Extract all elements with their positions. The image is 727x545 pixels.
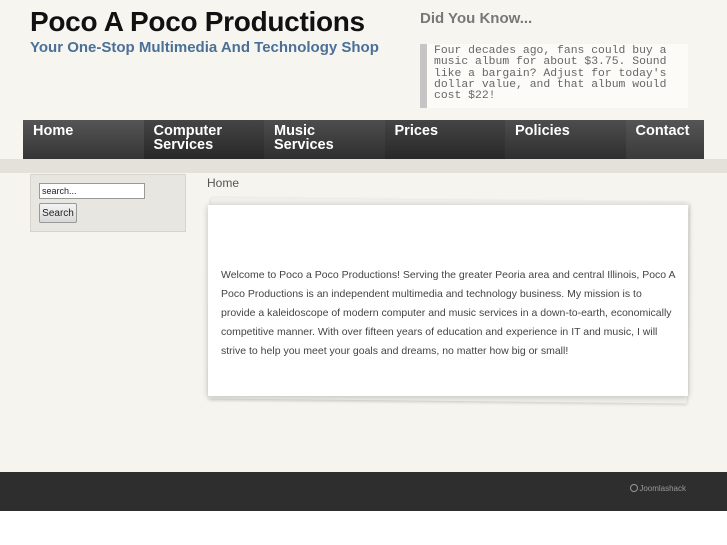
search-input[interactable] — [39, 183, 145, 199]
footer: Joomlashack — [0, 472, 727, 511]
welcome-text: Welcome to Poco a Poco Productions! Serv… — [221, 269, 675, 357]
nav-item-computer-services[interactable]: Computer Services — [143, 120, 264, 159]
nav-item-prices[interactable]: Prices — [384, 120, 505, 159]
joomlashack-logo-icon — [630, 484, 639, 492]
site-title[interactable]: Poco A Poco Productions — [30, 6, 365, 38]
search-module: Search — [30, 174, 186, 232]
nav-item-policies[interactable]: Policies — [505, 120, 626, 159]
did-you-know-heading: Did You Know... — [420, 10, 533, 27]
site-tagline: Your One-Stop Multimedia And Technology … — [30, 39, 379, 56]
nav-item-home[interactable]: Home — [23, 120, 144, 159]
search-button[interactable]: Search — [39, 203, 77, 223]
nav-item-contact[interactable]: Contact — [625, 120, 704, 159]
content-panel: Welcome to Poco a Poco Productions! Serv… — [208, 205, 688, 396]
page-bottom — [0, 511, 727, 545]
nav-item-music-services[interactable]: Music Services — [264, 120, 385, 159]
footer-credit-link[interactable]: Joomlashack — [630, 484, 686, 493]
breadcrumb[interactable]: Home — [207, 176, 239, 190]
did-you-know-quote: Four decades ago, fans could buy a music… — [420, 44, 688, 108]
main-nav: Home Computer Services Music Services Pr… — [23, 120, 704, 159]
footer-credit-label: Joomlashack — [639, 484, 686, 493]
nav-shadow-band — [0, 159, 727, 173]
